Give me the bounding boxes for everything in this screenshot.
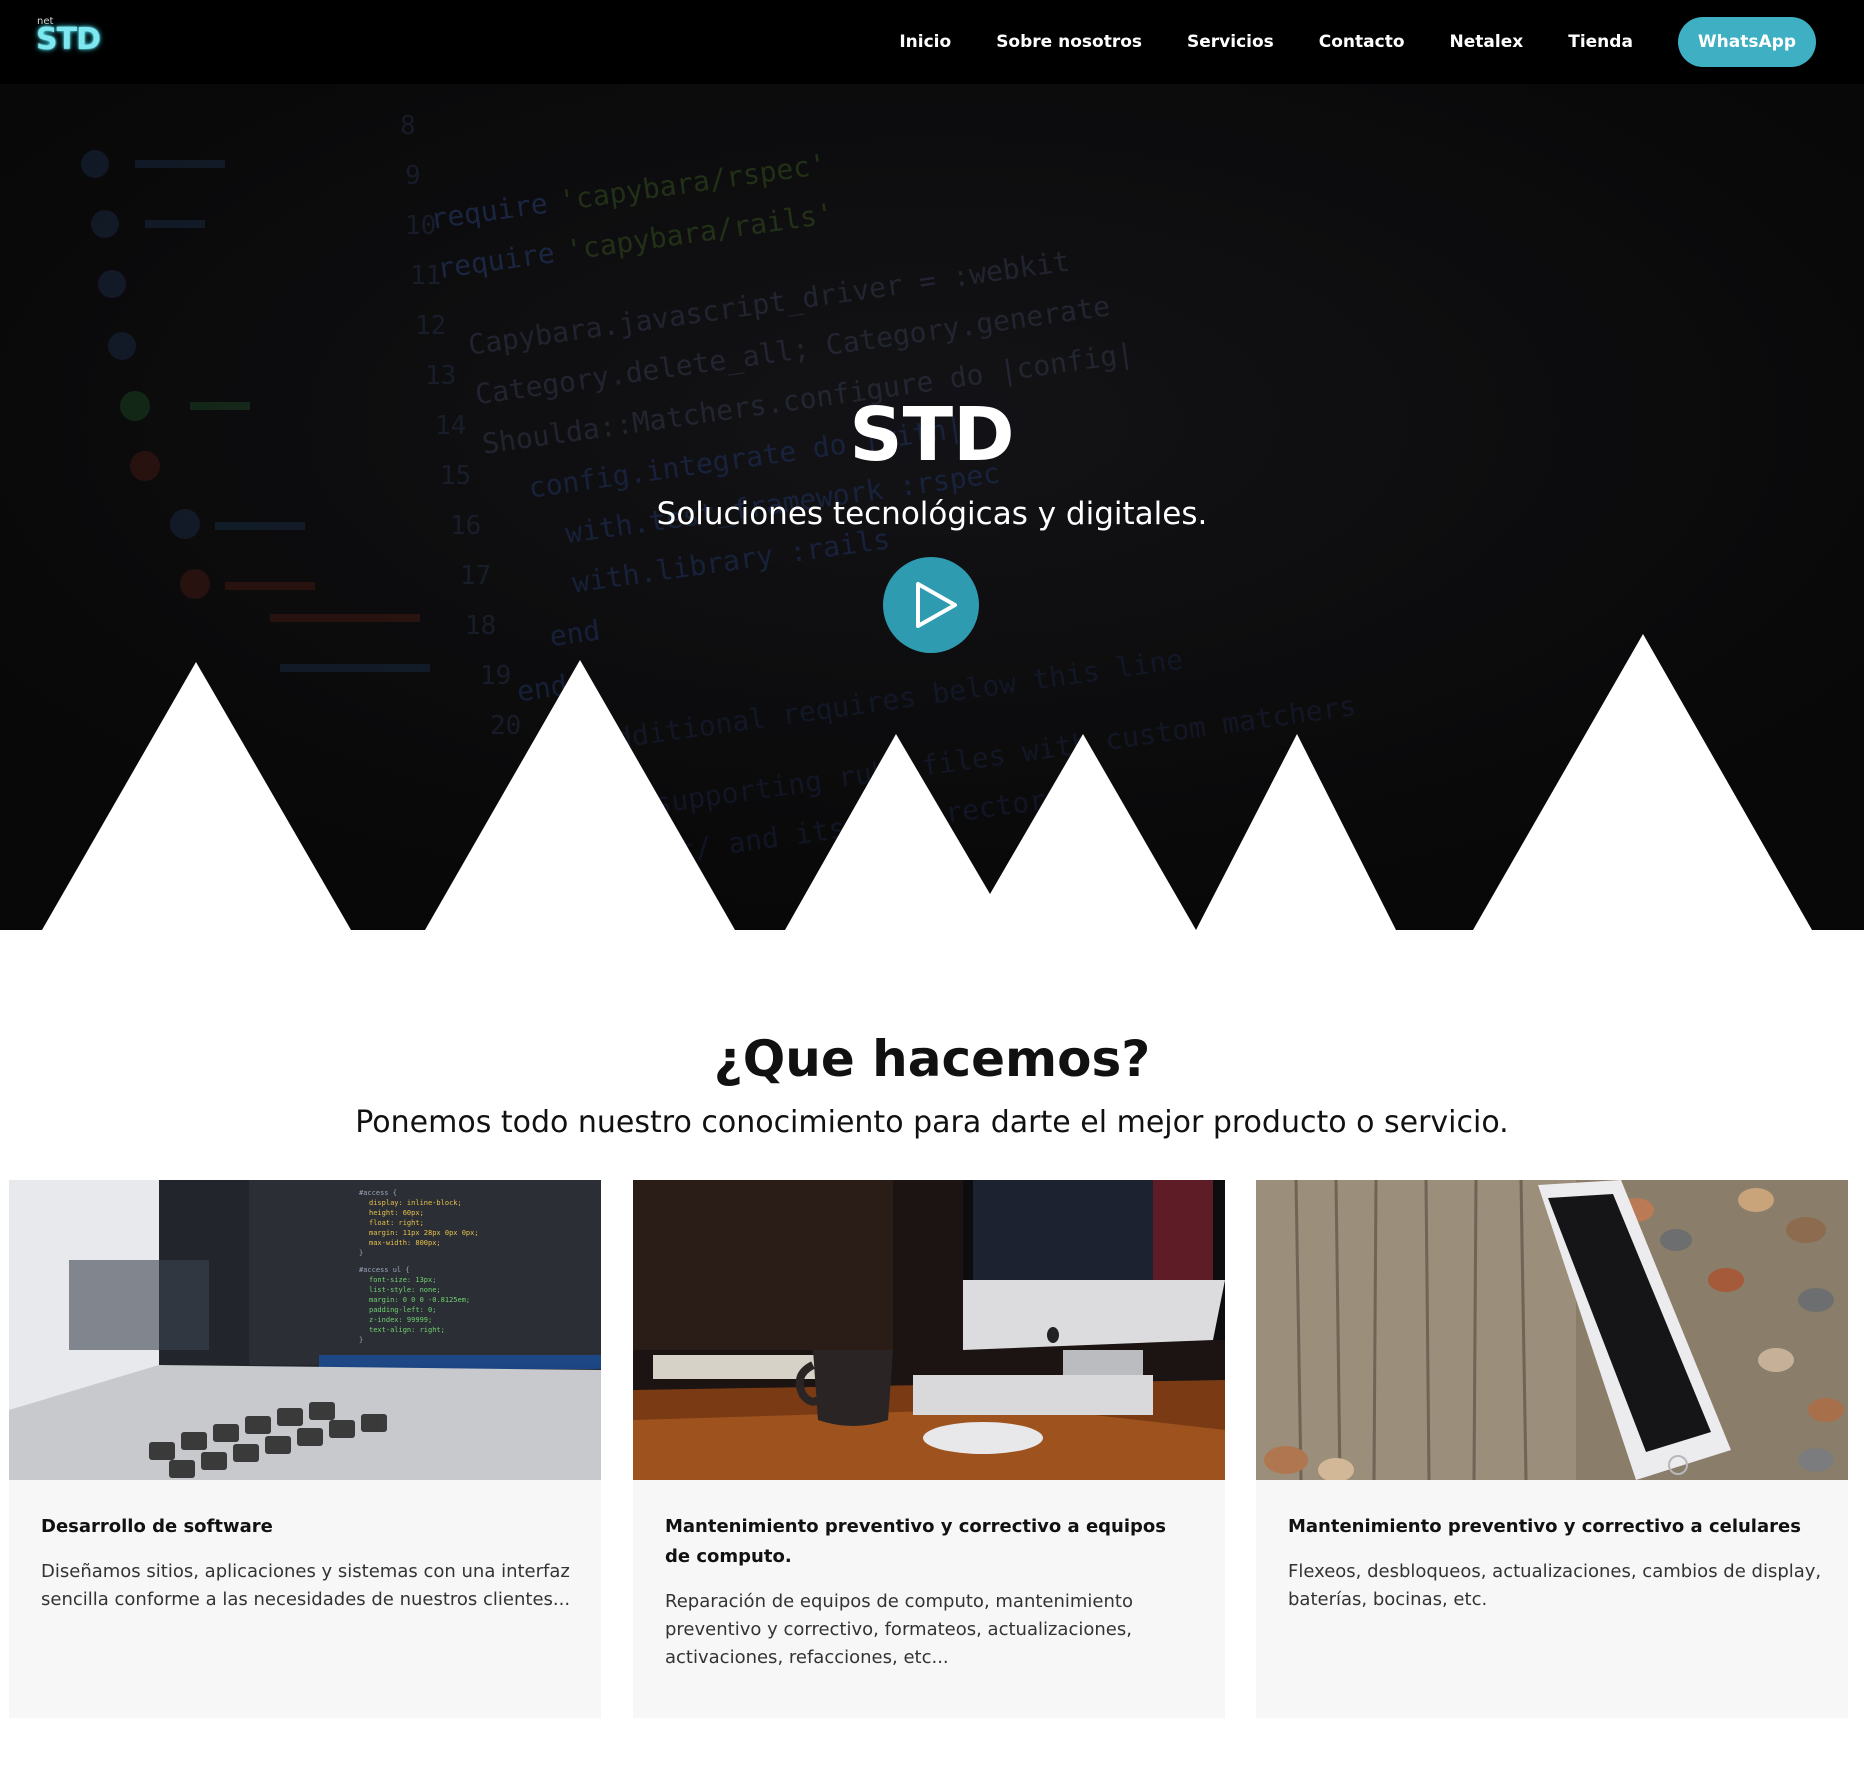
card-title: Mantenimiento preventivo y correctivo a …	[665, 1516, 1166, 1567]
card-title: Mantenimiento preventivo y correctivo a …	[1288, 1516, 1801, 1537]
whatsapp-button[interactable]: WhatsApp	[1677, 17, 1816, 67]
svg-text:float: right;: float: right;	[369, 1219, 424, 1227]
svg-text:height: 60px;: height: 60px;	[369, 1209, 424, 1217]
mountains-divider	[0, 634, 1864, 930]
nav-link-netalex[interactable]: Netalex	[1450, 32, 1524, 52]
svg-text:#access ul {: #access ul {	[359, 1266, 410, 1274]
nav-link-servicios[interactable]: Servicios	[1187, 32, 1274, 52]
svg-text:margin: 0 0 0 -0.8125em;: margin: 0 0 0 -0.8125em;	[369, 1296, 470, 1304]
top-navbar: net STD Inicio Sobre nosotros Servicios …	[0, 0, 1864, 84]
nav-link-contacto[interactable]: Contacto	[1319, 32, 1405, 52]
section-subtitle: Ponemos todo nuestro conocimiento para d…	[355, 1105, 1509, 1140]
card-text: Diseñamos sitios, aplicaciones y sistema…	[41, 1561, 571, 1610]
service-card-computer-maintenance[interactable]: Mantenimiento preventivo y correctivo a …	[633, 1180, 1225, 1718]
card-image-laptop-code: #access { display: inline-block; height:…	[9, 1180, 601, 1480]
svg-text:}: }	[359, 1249, 363, 1257]
section-title: ¿Que hacemos?	[713, 1030, 1151, 1088]
svg-text:padding-left: 0;: padding-left: 0;	[369, 1306, 436, 1314]
nav-link-tienda[interactable]: Tienda	[1568, 32, 1633, 52]
svg-text:display: inline-block;: display: inline-block;	[369, 1199, 462, 1207]
svg-text:text-align: right;: text-align: right;	[369, 1326, 445, 1334]
nav-links: Inicio Sobre nosotros Servicios Contacto…	[899, 0, 1816, 84]
svg-text:list-style: none;: list-style: none;	[369, 1286, 441, 1294]
site-logo[interactable]: net STD	[36, 16, 101, 66]
service-card-phone-maintenance[interactable]: Mantenimiento preventivo y correctivo a …	[1256, 1180, 1848, 1718]
service-card-software[interactable]: #access { display: inline-block; height:…	[9, 1180, 601, 1718]
nav-link-sobre-nosotros[interactable]: Sobre nosotros	[996, 32, 1142, 52]
svg-text:font-size: 13px;: font-size: 13px;	[369, 1276, 436, 1284]
svg-text:z-index: 99999;: z-index: 99999;	[369, 1316, 432, 1324]
nav-link-inicio[interactable]: Inicio	[899, 32, 951, 52]
svg-text:margin: 11px 28px 0px 0px;: margin: 11px 28px 0px 0px;	[369, 1229, 479, 1237]
hero-section: 8 9 10 11 12 13 14 15 16 17 18 19 20 req…	[0, 84, 1864, 930]
card-text: Reparación de equipos de computo, manten…	[665, 1591, 1133, 1668]
card-text: Flexeos, desbloqueos, actualizaciones, c…	[1288, 1561, 1822, 1610]
card-title: Desarrollo de software	[41, 1516, 273, 1537]
card-image-iphone-wood	[1256, 1180, 1848, 1480]
svg-text:}: }	[359, 1336, 363, 1344]
svg-text:#access {: #access {	[359, 1189, 397, 1197]
logo-main-text: STD	[36, 22, 101, 57]
card-image-imac-desk	[633, 1180, 1225, 1480]
svg-text:max-width: 800px;: max-width: 800px;	[369, 1239, 441, 1247]
